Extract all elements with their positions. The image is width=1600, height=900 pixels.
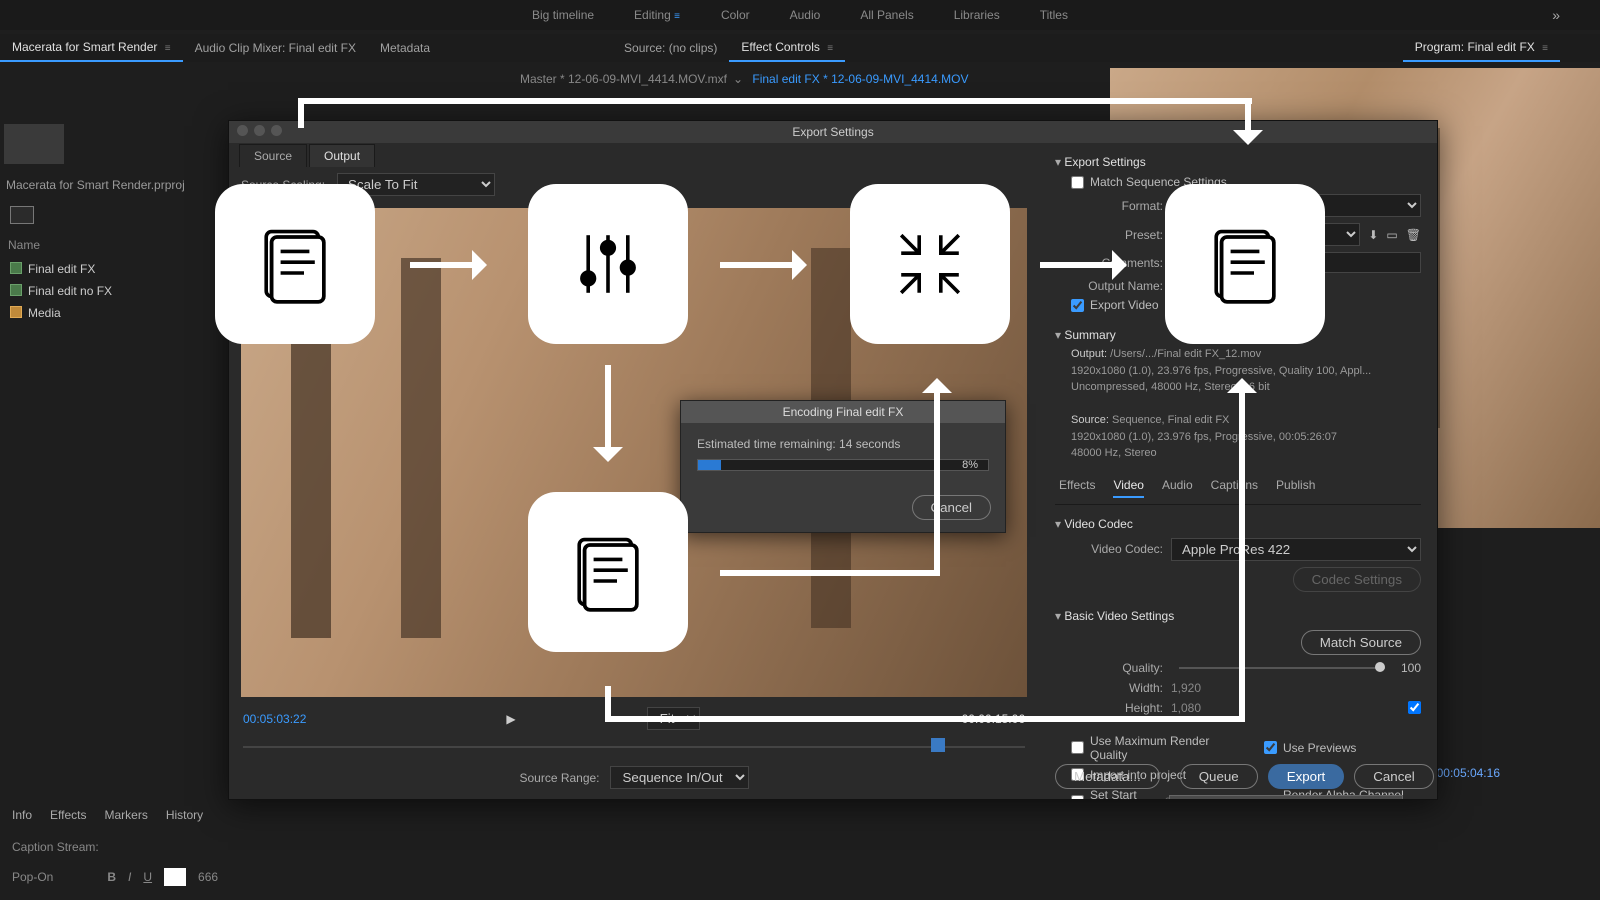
ws-tab-editing[interactable]: Editing ≡ xyxy=(634,8,681,22)
tab-output[interactable]: Output xyxy=(309,144,375,167)
export-settings-header[interactable]: Export Settings xyxy=(1055,151,1421,173)
popon-select[interactable]: Pop-On xyxy=(12,870,53,884)
tab-history[interactable]: History xyxy=(166,808,203,822)
basic-video-header[interactable]: Basic Video Settings xyxy=(1055,605,1421,627)
encoding-progress-dialog: Encoding Final edit FX Estimated time re… xyxy=(680,400,1006,533)
source-scaling-select[interactable]: Scale To Fit xyxy=(337,173,495,196)
tab-smart-render[interactable]: Macerata for Smart Render ≡ xyxy=(0,34,183,62)
project-panel: Macerata for Smart Render.prproj Name Fi… xyxy=(0,120,230,324)
color-swatch[interactable] xyxy=(164,868,186,886)
match-sequence-checkbox[interactable] xyxy=(1071,176,1084,189)
effect-controls-breadcrumb: Master * 12-06-09-MVI_4414.MOV.mxf⌄ Fina… xyxy=(520,72,969,86)
underline-icon[interactable]: U xyxy=(143,870,152,884)
export-subtabs: Effects Video Audio Captions Publish xyxy=(1055,472,1421,505)
summary-header[interactable]: Summary xyxy=(1055,324,1421,346)
subtab-effects[interactable]: Effects xyxy=(1059,478,1095,498)
ws-tab-allpanels[interactable]: All Panels xyxy=(860,8,913,22)
export-button[interactable]: Export xyxy=(1268,764,1345,789)
info-panel-tabs: Info Effects Markers History xyxy=(0,800,230,830)
list-item[interactable]: Media xyxy=(0,302,230,324)
format-toolbar: Pop-On B I U 666 xyxy=(0,864,400,890)
encoding-remaining: Estimated time remaining: 14 seconds xyxy=(697,437,989,451)
ws-tab-bigtimeline[interactable]: Big timeline xyxy=(532,8,594,22)
source-range-select[interactable]: Sequence In/Out xyxy=(610,766,749,789)
use-max-render-checkbox[interactable] xyxy=(1071,741,1084,754)
ws-tab-titles[interactable]: Titles xyxy=(1040,8,1068,22)
encoding-title: Encoding Final edit FX xyxy=(681,401,1005,423)
comments-input[interactable] xyxy=(1171,252,1421,273)
preview-timecode[interactable]: 00:05:03:22 xyxy=(243,712,306,726)
delete-preset-icon[interactable]: 🗑 xyxy=(1406,228,1421,242)
source-range-label: Source Range: xyxy=(519,771,599,785)
tab-source[interactable]: Source xyxy=(239,144,307,167)
video-codec-header[interactable]: Video Codec xyxy=(1055,513,1421,535)
play-icon[interactable]: ▶ xyxy=(506,712,515,726)
cancel-button[interactable]: Cancel xyxy=(1354,764,1434,789)
subtab-publish[interactable]: Publish xyxy=(1276,478,1315,498)
format-select[interactable]: QuickTime xyxy=(1171,194,1421,217)
bold-icon[interactable]: B xyxy=(107,870,116,884)
ws-tab-libraries[interactable]: Libraries xyxy=(954,8,1000,22)
workspace-tabs: Big timeline Editing ≡ Color Audio All P… xyxy=(0,0,1600,30)
link-dimensions-checkbox[interactable] xyxy=(1408,701,1421,714)
hamburger-icon[interactable]: ≡ xyxy=(674,11,681,22)
metadata-button[interactable]: Metadata... xyxy=(1055,764,1160,789)
height-value[interactable]: 1,080 xyxy=(1171,701,1201,715)
use-previews-checkbox[interactable] xyxy=(1264,741,1277,754)
video-codec-select[interactable]: Apple ProRes 422 xyxy=(1171,538,1421,561)
size-value[interactable]: 666 xyxy=(198,870,218,884)
queue-button[interactable]: Queue xyxy=(1180,764,1258,789)
width-value[interactable]: 1,920 xyxy=(1171,681,1201,695)
export-video-checkbox[interactable] xyxy=(1071,299,1084,312)
output-name-link[interactable]: Final edit FX_12.mov xyxy=(1171,279,1284,293)
tab-audio-clip-mixer[interactable]: Audio Clip Mixer: Final edit FX xyxy=(183,35,368,61)
caption-row: Caption Stream: xyxy=(0,834,400,860)
tab-info[interactable]: Info xyxy=(12,808,32,822)
save-preset-icon[interactable]: ⬇ xyxy=(1368,228,1378,242)
tab-effect-controls[interactable]: Effect Controls ≡ xyxy=(729,34,845,62)
tab-markers[interactable]: Markers xyxy=(104,808,147,822)
export-tooltip: Export immediately with the current sett… xyxy=(1169,795,1403,799)
subtab-video[interactable]: Video xyxy=(1113,478,1143,498)
source-scaling-label: Source Scaling: xyxy=(241,178,325,192)
clip-link[interactable]: Final edit FX * 12-06-09-MVI_4414.MOV xyxy=(752,72,968,86)
window-controls[interactable] xyxy=(237,125,282,136)
progress-bar: 8% xyxy=(697,459,989,471)
dialog-titlebar[interactable]: Export Settings xyxy=(229,121,1437,143)
list-item[interactable]: Final edit FX xyxy=(0,258,230,280)
tab-program[interactable]: Program: Final edit FX ≡ xyxy=(1403,34,1560,62)
tab-effects[interactable]: Effects xyxy=(50,808,86,822)
quality-slider[interactable] xyxy=(1179,667,1385,669)
italic-icon[interactable]: I xyxy=(128,870,131,884)
ws-tab-audio[interactable]: Audio xyxy=(790,8,821,22)
subtab-captions[interactable]: Captions xyxy=(1211,478,1258,498)
subtab-audio[interactable]: Audio xyxy=(1162,478,1193,498)
tab-source[interactable]: Source: (no clips) xyxy=(612,35,729,61)
tab-metadata[interactable]: Metadata xyxy=(368,35,442,61)
panel-tab-row: Macerata for Smart Render ≡ Audio Clip M… xyxy=(0,34,1600,62)
program-timecode: 00:05:04:16 xyxy=(1437,766,1500,780)
list-item[interactable]: Final edit no FX xyxy=(0,280,230,302)
zoom-select[interactable]: Fit xyxy=(647,707,700,730)
project-file: Macerata for Smart Render.prproj xyxy=(0,168,230,198)
import-preset-icon[interactable]: ▭ xyxy=(1386,228,1397,242)
preview-duration: 00:00:15:06 xyxy=(962,712,1025,726)
playhead-icon[interactable] xyxy=(931,738,945,752)
name-header[interactable]: Name xyxy=(0,232,230,258)
codec-settings-button[interactable]: Codec Settings xyxy=(1293,567,1421,592)
match-source-button[interactable]: Match Source xyxy=(1301,630,1421,655)
ws-tab-color[interactable]: Color xyxy=(721,8,750,22)
encoding-cancel-button[interactable]: Cancel xyxy=(912,495,992,520)
bin-icon[interactable] xyxy=(10,206,34,224)
preset-select[interactable]: Custom xyxy=(1171,223,1360,246)
overflow-chevron-icon[interactable]: » xyxy=(1552,7,1560,23)
set-start-tc-checkbox[interactable] xyxy=(1071,795,1084,799)
